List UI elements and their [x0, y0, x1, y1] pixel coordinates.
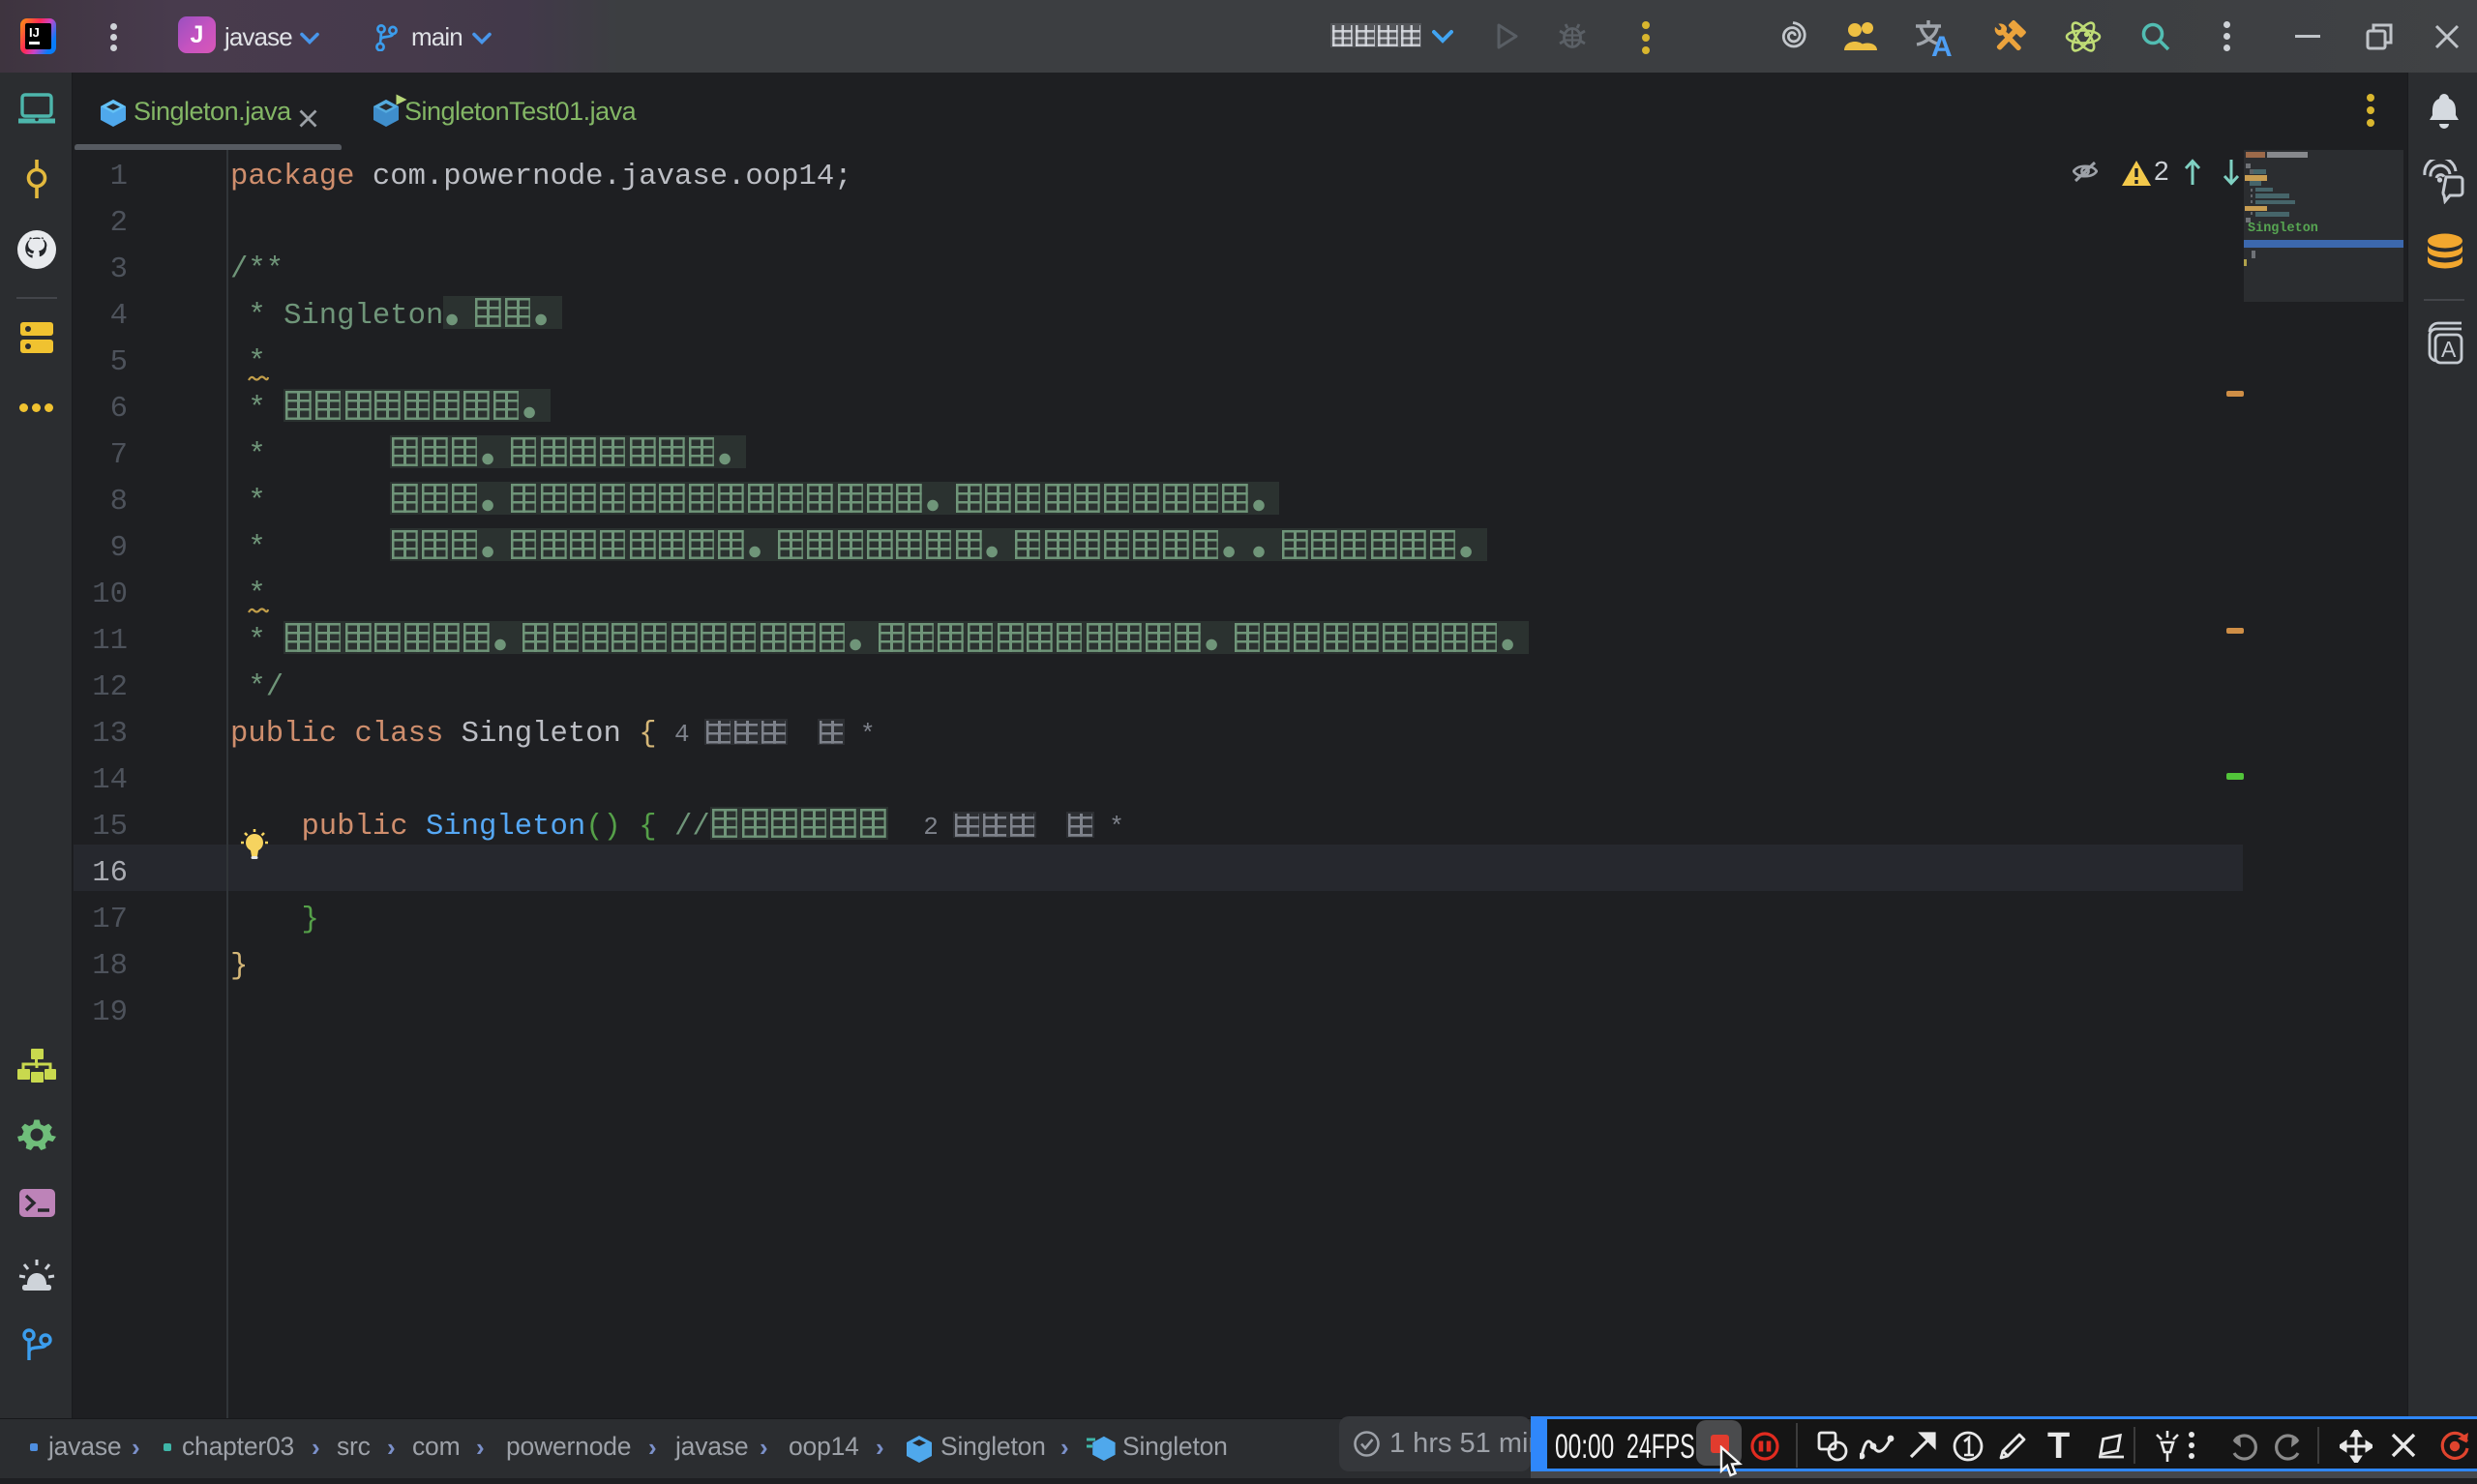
- svg-text:A: A: [2441, 337, 2457, 362]
- svg-text:A: A: [1931, 31, 1953, 57]
